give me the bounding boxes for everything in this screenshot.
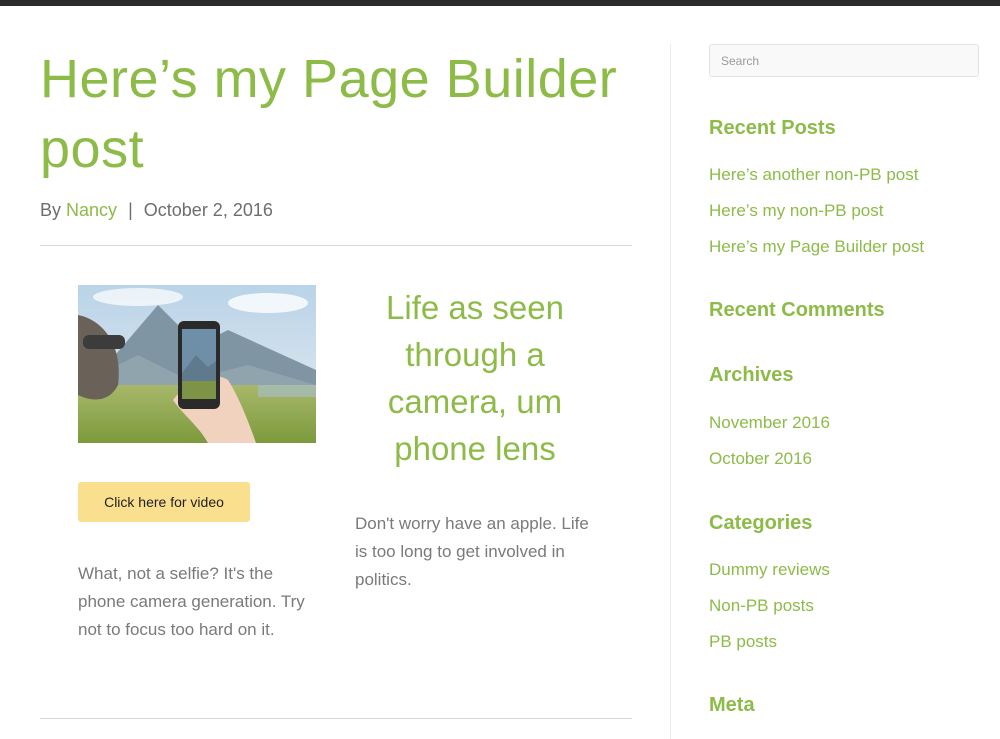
byline-separator: |	[128, 200, 133, 220]
list-item: Dummy reviews	[709, 552, 830, 588]
meta-title: Meta	[709, 694, 755, 716]
post-title: Here’s my Page Builder post	[40, 49, 618, 179]
list-item: Non-PB posts	[709, 588, 830, 624]
archives-title: Archives	[709, 364, 794, 386]
categories-title: Categories	[709, 512, 813, 534]
section-body-text: Don't worry have an apple. Life is too l…	[355, 514, 589, 589]
browser-top-bar	[0, 0, 1000, 6]
list-item: Here’s my non-PB post	[709, 193, 924, 229]
photo-caption-text: What, not a selfie? It's the phone camer…	[78, 564, 305, 639]
list-item: October 2016	[709, 441, 830, 477]
recent-posts-list: Here’s another non-PB post Here’s my non…	[709, 157, 924, 265]
list-item: PB posts	[709, 624, 830, 660]
video-button[interactable]: Click here for video	[78, 482, 250, 522]
byline-prefix: By	[40, 200, 62, 220]
post-main: Here’s my Page Builder post By Nancy | O…	[40, 44, 632, 221]
archive-link[interactable]: November 2016	[709, 413, 830, 432]
recent-posts-title: Recent Posts	[709, 117, 836, 139]
category-link[interactable]: Non-PB posts	[709, 596, 814, 615]
recent-comments-title: Recent Comments	[709, 299, 885, 321]
archives-list: November 2016 October 2016	[709, 405, 830, 477]
list-item: Here’s my Page Builder post	[709, 229, 924, 265]
post-date: October 2, 2016	[143, 200, 273, 220]
search-input[interactable]	[709, 44, 979, 77]
categories-list: Dummy reviews Non-PB posts PB posts	[709, 552, 830, 660]
recent-post-link[interactable]: Here’s my Page Builder post	[709, 237, 924, 256]
section-heading: Life as seen through a camera, um phone …	[386, 289, 564, 467]
list-item: November 2016	[709, 405, 830, 441]
author-link[interactable]: Nancy	[66, 200, 117, 220]
category-link[interactable]: PB posts	[709, 632, 777, 651]
bottom-divider	[40, 718, 632, 719]
recent-post-link[interactable]: Here’s my non-PB post	[709, 201, 883, 220]
recent-post-link[interactable]: Here’s another non-PB post	[709, 165, 918, 184]
sidebar-divider	[670, 44, 671, 739]
phone-camera-photo	[78, 285, 316, 443]
category-link[interactable]: Dummy reviews	[709, 560, 830, 579]
title-divider	[40, 245, 632, 246]
list-item: Here’s another non-PB post	[709, 157, 924, 193]
post-byline: By Nancy | October 2, 2016	[40, 200, 632, 221]
sidebar-search	[709, 44, 979, 77]
archive-link[interactable]: October 2016	[709, 449, 812, 468]
